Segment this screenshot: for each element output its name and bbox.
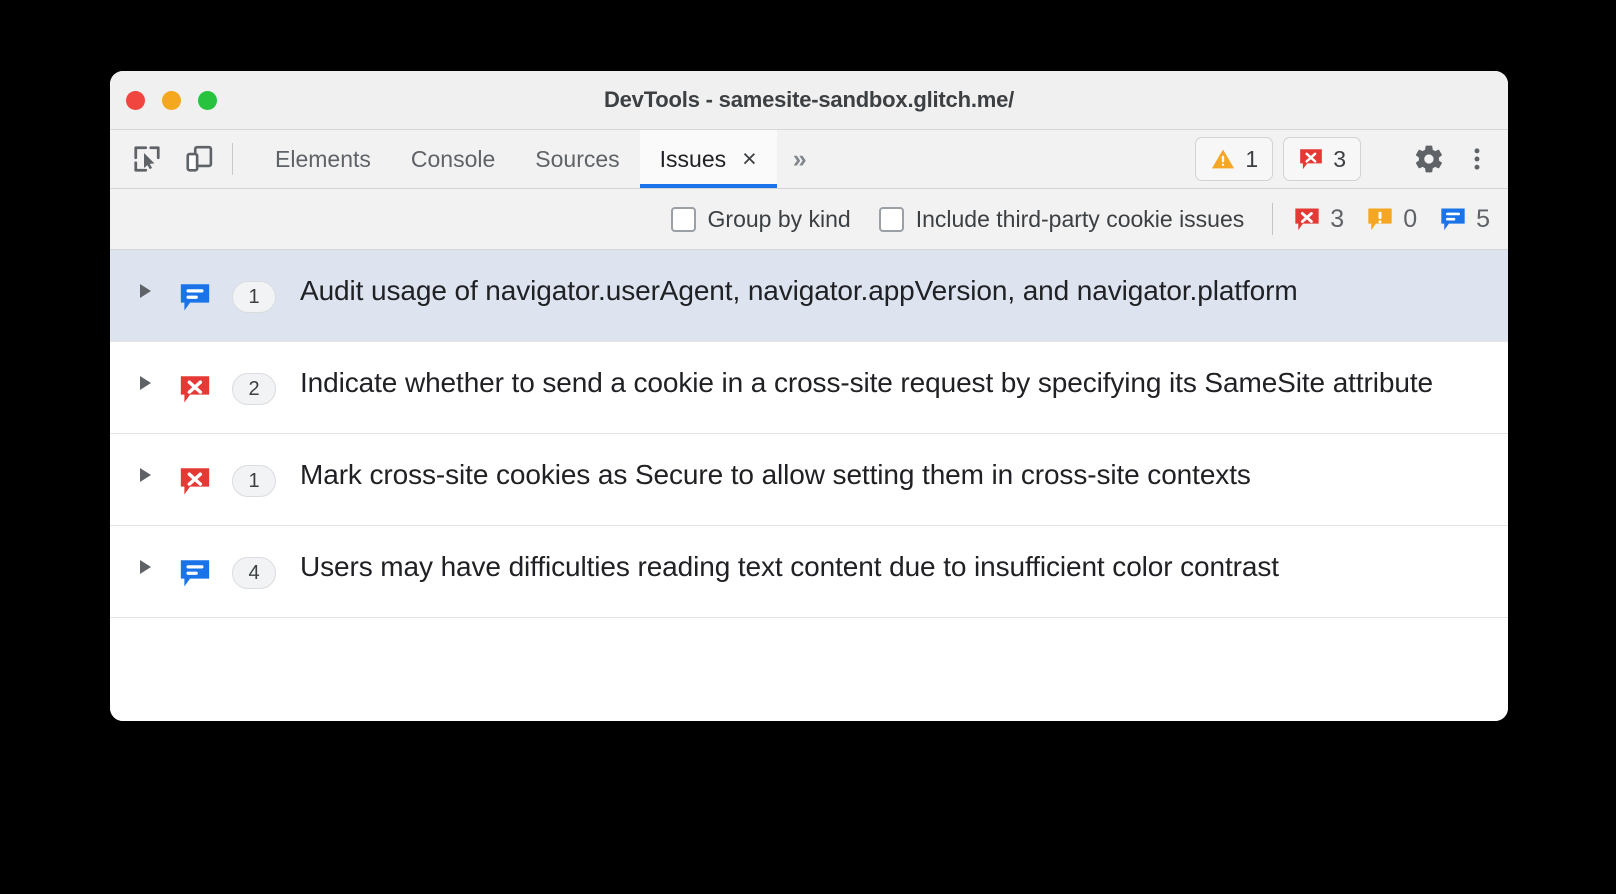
include-third-party-checkbox[interactable]: Include third-party cookie issues	[878, 205, 1245, 233]
issue-kind-error-icon	[178, 464, 212, 503]
inspect-element-icon[interactable]	[128, 140, 166, 178]
tab-console-label: Console	[410, 145, 496, 172]
tab-console[interactable]: Console	[391, 130, 515, 188]
issue-row-1[interactable]: 1 Audit usage of navigator.userAgent, na…	[110, 250, 1508, 342]
tab-elements-label: Elements	[275, 145, 371, 172]
chevron-right-icon	[139, 560, 151, 574]
issue-row-4[interactable]: 4 Users may have difficulties reading te…	[110, 526, 1508, 618]
group-by-kind-box[interactable]	[670, 206, 696, 232]
issue-count-pill: 1	[232, 465, 276, 497]
issue-kind-error-icon	[178, 372, 212, 411]
info-bubble-icon	[180, 560, 210, 587]
warning-count-value: 0	[1403, 204, 1418, 233]
include-third-party-box[interactable]	[878, 206, 904, 232]
error-bubble-icon	[1295, 208, 1319, 231]
expand-issue-2-button[interactable]	[132, 364, 158, 390]
chevron-right-icon	[139, 284, 151, 298]
error-bubble-icon	[180, 376, 210, 403]
chevron-right-icon	[139, 376, 151, 390]
tab-sources-label: Sources	[535, 145, 620, 172]
warning-bubble-icon	[1368, 208, 1392, 231]
issue-count-summary: 3 0 5	[1293, 205, 1490, 234]
issue-count-pill: 4	[232, 557, 276, 589]
warning-count-label: 1	[1245, 145, 1259, 172]
gear-glyph	[1415, 145, 1442, 173]
issue-count-pill: 1	[232, 281, 276, 313]
inspect-element-glyph	[134, 146, 160, 172]
tabbar-right-group: 1 3	[1195, 130, 1496, 188]
screen-root: DevTools - samesite-sandbox.glitch.me/ E…	[0, 0, 1616, 894]
issue-kind-info-icon	[178, 280, 212, 319]
filterbar-divider	[1272, 203, 1274, 235]
window-titlebar: DevTools - samesite-sandbox.glitch.me/	[110, 71, 1508, 130]
issue-title: Users may have difficulties reading text…	[300, 551, 1279, 582]
error-count-label: 3	[1333, 145, 1346, 172]
info-bubble-icon	[180, 284, 210, 311]
toolbar-divider	[232, 143, 233, 175]
error-count-badge: 3	[1293, 205, 1344, 234]
warning-triangle-icon	[1212, 149, 1235, 169]
issue-kind-info-icon	[178, 556, 212, 595]
info-bubble-icon	[1441, 208, 1465, 231]
devtools-window: DevTools - samesite-sandbox.glitch.me/ E…	[110, 71, 1508, 721]
issue-title: Mark cross-site cookies as Secure to all…	[300, 459, 1251, 490]
error-bubble-icon	[180, 468, 210, 495]
error-count-button[interactable]: 3	[1283, 137, 1361, 181]
tab-issues-label: Issues	[659, 145, 727, 172]
group-by-kind-label: Group by kind	[707, 205, 851, 232]
error-bubble-icon	[1300, 149, 1323, 170]
more-tabs-icon[interactable]: »	[777, 130, 823, 188]
expand-issue-1-button[interactable]	[132, 272, 158, 298]
expand-issue-3-button[interactable]	[132, 456, 158, 482]
info-count-value: 5	[1476, 204, 1490, 233]
issue-count-pill: 2	[232, 373, 276, 405]
tab-sources[interactable]: Sources	[515, 130, 639, 188]
info-count-badge: 5	[1439, 205, 1490, 234]
tabbar-left-icons	[128, 130, 218, 188]
close-window-button[interactable]	[126, 90, 145, 110]
issues-list: 1 Audit usage of navigator.userAgent, na…	[110, 250, 1508, 721]
minimize-window-button[interactable]	[162, 90, 181, 110]
chevron-right-icon	[139, 468, 151, 482]
expand-issue-4-button[interactable]	[132, 548, 158, 574]
issues-filter-toolbar: Group by kind Include third-party cookie…	[110, 189, 1508, 250]
issue-row-3[interactable]: 1 Mark cross-site cookies as Secure to a…	[110, 434, 1508, 526]
device-toolbar-icon[interactable]	[180, 140, 218, 178]
error-count-value: 3	[1330, 204, 1345, 233]
window-title: DevTools - samesite-sandbox.glitch.me/	[603, 87, 1015, 112]
tab-elements[interactable]: Elements	[255, 130, 391, 188]
maximize-window-button[interactable]	[198, 90, 217, 110]
include-third-party-label: Include third-party cookie issues	[915, 205, 1245, 232]
close-icon[interactable]: ×	[742, 146, 757, 172]
warning-count-button[interactable]: 1	[1195, 137, 1274, 181]
issue-row-2[interactable]: 2 Indicate whether to send a cookie in a…	[110, 342, 1508, 434]
tab-issues[interactable]: Issues ×	[639, 130, 777, 188]
issue-title: Indicate whether to send a cookie in a c…	[300, 367, 1433, 398]
devtools-tabbar: Elements Console Sources Issues × » 1 3	[110, 130, 1508, 189]
kebab-menu-icon[interactable]	[1458, 140, 1496, 178]
panel-tabs: Elements Console Sources Issues × »	[255, 130, 823, 188]
kebab-menu-glyph	[1474, 148, 1480, 170]
warning-count-badge: 0	[1366, 205, 1417, 234]
traffic-light-group	[126, 90, 217, 110]
gear-icon[interactable]	[1410, 140, 1448, 178]
issue-title: Audit usage of navigator.userAgent, navi…	[300, 275, 1298, 306]
group-by-kind-checkbox[interactable]: Group by kind	[670, 205, 851, 233]
device-toolbar-glyph	[186, 145, 213, 172]
